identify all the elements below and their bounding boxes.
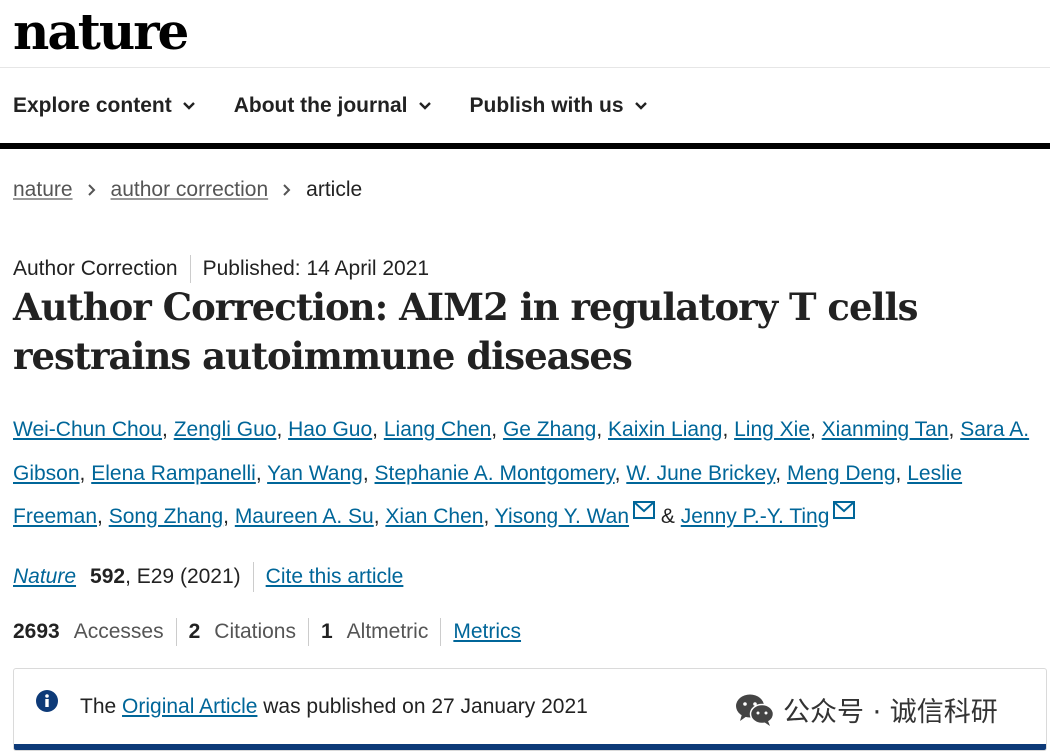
author-link[interactable]: Yan Wang — [267, 462, 363, 485]
original-article-link[interactable]: Original Article — [122, 695, 257, 718]
cite-this-article-link[interactable]: Cite this article — [266, 565, 404, 589]
accesses-label: Accesses — [73, 620, 164, 643]
nav-item-label: About the journal — [233, 94, 408, 117]
breadcrumb-link-author-correction[interactable]: author correction — [111, 178, 269, 202]
citations-label: Citations — [214, 620, 296, 643]
accesses-count: 2693 — [13, 620, 60, 643]
breadcrumb-link-nature[interactable]: nature — [13, 178, 73, 202]
author-separator: , — [97, 505, 109, 528]
author-separator: , — [255, 461, 268, 485]
nav-publish-with-us[interactable]: Publish with us — [470, 94, 648, 118]
author-link[interactable]: Wei-Chun Chou — [13, 418, 162, 441]
chevron-right-icon — [87, 184, 95, 196]
author-separator: & — [655, 505, 681, 528]
author-separator: , — [948, 418, 961, 441]
site-logo[interactable]: nature — [13, 2, 189, 62]
citation-line: Nature 592 , E29 (2021) Cite this articl… — [13, 562, 403, 592]
chevron-down-icon — [634, 102, 647, 110]
envelope-icon[interactable] — [833, 501, 856, 519]
author-separator: , — [79, 461, 92, 485]
author-link[interactable]: Jenny P.-Y. Ting — [681, 505, 830, 528]
pages-year: , E29 (2021) — [125, 565, 241, 588]
article-title: Author Correction: AIM2 in regulatory T … — [13, 285, 918, 378]
notice-text: The Original Article was published on 27… — [80, 695, 588, 719]
nav-bottom-bar — [0, 143, 1050, 149]
wechat-icon — [736, 694, 775, 726]
author-separator: , — [373, 505, 386, 528]
journal-link[interactable]: Nature — [13, 565, 76, 589]
meta-divider — [189, 255, 191, 283]
article-type: Author Correction — [13, 257, 178, 280]
main-nav: Explore content About the journal Publis… — [13, 86, 686, 126]
notice-suffix: was published on 27 January 2021 — [257, 695, 588, 718]
author-separator: , — [810, 418, 822, 441]
metrics-link[interactable]: Metrics — [453, 620, 521, 644]
author-separator: , — [372, 418, 384, 441]
breadcrumb: nature author correction article — [13, 178, 362, 202]
author-link[interactable]: Liang Chen — [384, 418, 491, 441]
notice-prefix: The — [80, 695, 123, 718]
author-link[interactable]: Hao Guo — [288, 418, 372, 441]
nature-logo[interactable]: nature — [13, 2, 189, 61]
author-separator: , — [276, 418, 289, 441]
nav-item-label: Explore content — [13, 94, 172, 117]
author-link[interactable]: Meng Deng — [787, 462, 896, 485]
nav-item-label: Publish with us — [469, 94, 624, 117]
author-separator: , — [614, 461, 627, 485]
author-separator: , — [491, 418, 503, 441]
header-divider — [0, 67, 1050, 68]
notice-accent-bar — [14, 744, 1046, 750]
author-link[interactable]: Song Zhang — [109, 505, 223, 528]
volume: 592 — [90, 565, 126, 588]
author-separator: , — [483, 505, 495, 528]
breadcrumb-current: article — [306, 178, 363, 201]
author-link[interactable]: Zengli Guo — [174, 418, 277, 441]
author-link[interactable]: Maureen A. Su — [235, 505, 374, 528]
chevron-down-icon — [182, 102, 195, 110]
watermark-text: 公众号 · 诚信科研 — [783, 697, 998, 728]
author-link[interactable]: Ling Xie — [734, 418, 810, 441]
author-separator: , — [162, 418, 174, 441]
metrics-divider — [440, 618, 442, 646]
wechat-watermark: 公众号 · 诚信科研 — [735, 690, 998, 729]
author-link[interactable]: Stephanie A. Montgomery — [375, 462, 615, 485]
author-list: Wei-Chun Chou, Zengli Guo, Hao Guo, Lian… — [13, 408, 1048, 539]
published-date: Published: 14 April 2021 — [202, 257, 430, 280]
author-separator: , — [596, 418, 609, 441]
author-link[interactable]: Yisong Y. Wan — [495, 505, 629, 528]
author-link[interactable]: Xianming Tan — [822, 418, 949, 441]
metrics-divider — [307, 618, 309, 646]
altmetric-label: Altmetric — [346, 620, 429, 643]
citations-count: 2 — [188, 620, 201, 643]
author-link[interactable]: Xian Chen — [385, 505, 483, 528]
nav-about-journal[interactable]: About the journal — [234, 94, 432, 118]
author-separator: , — [895, 461, 908, 485]
author-separator: , — [362, 461, 375, 485]
info-icon — [36, 690, 58, 712]
metrics-divider — [175, 618, 177, 646]
author-link[interactable]: Elena Rampanelli — [91, 462, 256, 485]
envelope-icon[interactable] — [633, 501, 656, 519]
chevron-down-icon — [418, 102, 431, 110]
author-separator: , — [223, 505, 235, 528]
author-separator: , — [722, 418, 735, 441]
author-separator: , — [775, 461, 787, 485]
article-meta: Author Correction Published: 14 April 20… — [13, 255, 429, 283]
author-link[interactable]: Ge Zhang — [503, 418, 596, 441]
citation-divider — [252, 562, 254, 592]
author-link[interactable]: Kaixin Liang — [608, 418, 722, 441]
article-metrics: 2693 Accesses 2 Citations 1 Altmetric Me… — [13, 618, 521, 646]
altmetric-count: 1 — [320, 620, 333, 643]
author-link[interactable]: W. June Brickey — [626, 462, 775, 485]
chevron-right-icon — [283, 184, 291, 196]
nav-explore-content[interactable]: Explore content — [13, 94, 196, 118]
